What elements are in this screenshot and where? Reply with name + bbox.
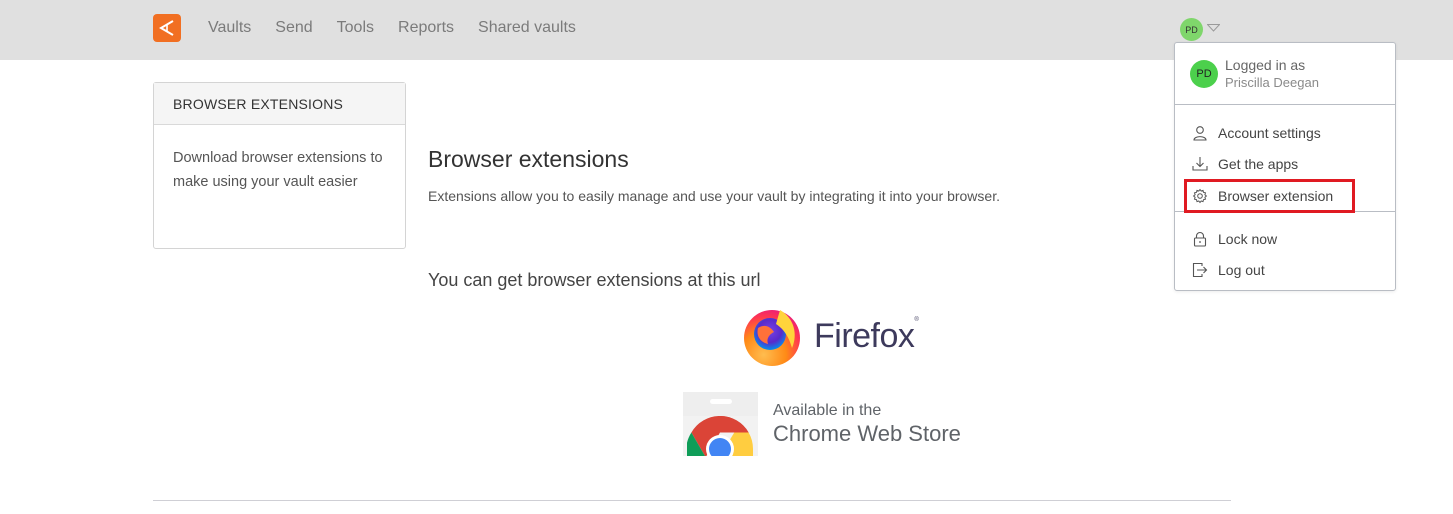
dropdown-group-session: Lock now Log out <box>1175 212 1395 285</box>
section-subtitle: You can get browser extensions at this u… <box>428 270 761 290</box>
menu-item-label: Account settings <box>1218 124 1321 141</box>
menu-item-lock-now[interactable]: Lock now <box>1175 223 1395 254</box>
menu-item-browser-extension[interactable]: Browser extension <box>1184 179 1355 213</box>
chrome-logo-icon <box>687 416 753 456</box>
firefox-trademark: ® <box>914 316 919 323</box>
lock-icon <box>1191 230 1209 248</box>
nav-vaults[interactable]: Vaults <box>208 18 251 38</box>
firefox-wordmark: Firefox® <box>814 316 919 356</box>
nav-reports[interactable]: Reports <box>398 18 454 38</box>
dropdown-group-account: Account settings Get the apps Browser ex… <box>1175 105 1395 213</box>
firefox-logo-icon <box>744 310 800 366</box>
firefox-extension-link[interactable]: Firefox® <box>740 302 920 370</box>
logo-icon <box>159 20 174 36</box>
page-title: Browser extensions <box>428 146 629 172</box>
user-icon <box>1191 124 1209 142</box>
footer-divider <box>153 500 1231 501</box>
user-dropdown-menu: PD Logged in as Priscilla Deegan Account… <box>1174 42 1396 291</box>
menu-item-label: Browser extension <box>1218 188 1334 204</box>
chrome-store-line2: Chrome Web Store <box>773 421 961 446</box>
sidebar-card: BROWSER EXTENSIONS Download browser exte… <box>153 82 406 249</box>
menu-item-label: Lock now <box>1218 230 1278 247</box>
page-description: Extensions allow you to easily manage an… <box>428 188 1000 204</box>
logged-in-label: Logged in as <box>1225 57 1306 73</box>
user-avatar-button[interactable]: PD <box>1180 18 1203 41</box>
menu-item-get-apps[interactable]: Get the apps <box>1175 148 1395 179</box>
dropdown-user-info: PD Logged in as Priscilla Deegan <box>1175 43 1395 105</box>
download-icon <box>1191 155 1209 173</box>
nav-tools[interactable]: Tools <box>337 18 374 38</box>
nav-send[interactable]: Send <box>275 18 312 38</box>
chrome-store-line1: Available in the <box>773 402 882 419</box>
firefox-label: Firefox <box>814 316 915 355</box>
chrome-store-text: Available in the Chrome Web Store <box>773 401 961 447</box>
chevron-down-icon[interactable] <box>1207 24 1220 32</box>
nav-shared-vaults[interactable]: Shared vaults <box>478 18 576 38</box>
menu-item-label: Log out <box>1218 261 1265 278</box>
dropdown-avatar: PD <box>1190 60 1218 88</box>
chrome-store-tile <box>683 392 758 456</box>
app-logo[interactable] <box>153 14 181 42</box>
gear-icon <box>1191 187 1209 205</box>
menu-item-account-settings[interactable]: Account settings <box>1175 117 1395 148</box>
logout-icon <box>1191 261 1209 279</box>
sidebar-card-header: BROWSER EXTENSIONS <box>154 83 405 125</box>
menu-item-label: Get the apps <box>1218 155 1299 172</box>
main-nav: Vaults Send Tools Reports Shared vaults <box>208 18 600 38</box>
user-name: Priscilla Deegan <box>1225 75 1319 90</box>
chrome-web-store-link[interactable]: Available in the Chrome Web Store <box>683 392 983 456</box>
menu-item-log-out[interactable]: Log out <box>1175 254 1395 285</box>
sidebar-card-body: Download browser extensions to make usin… <box>173 150 383 190</box>
